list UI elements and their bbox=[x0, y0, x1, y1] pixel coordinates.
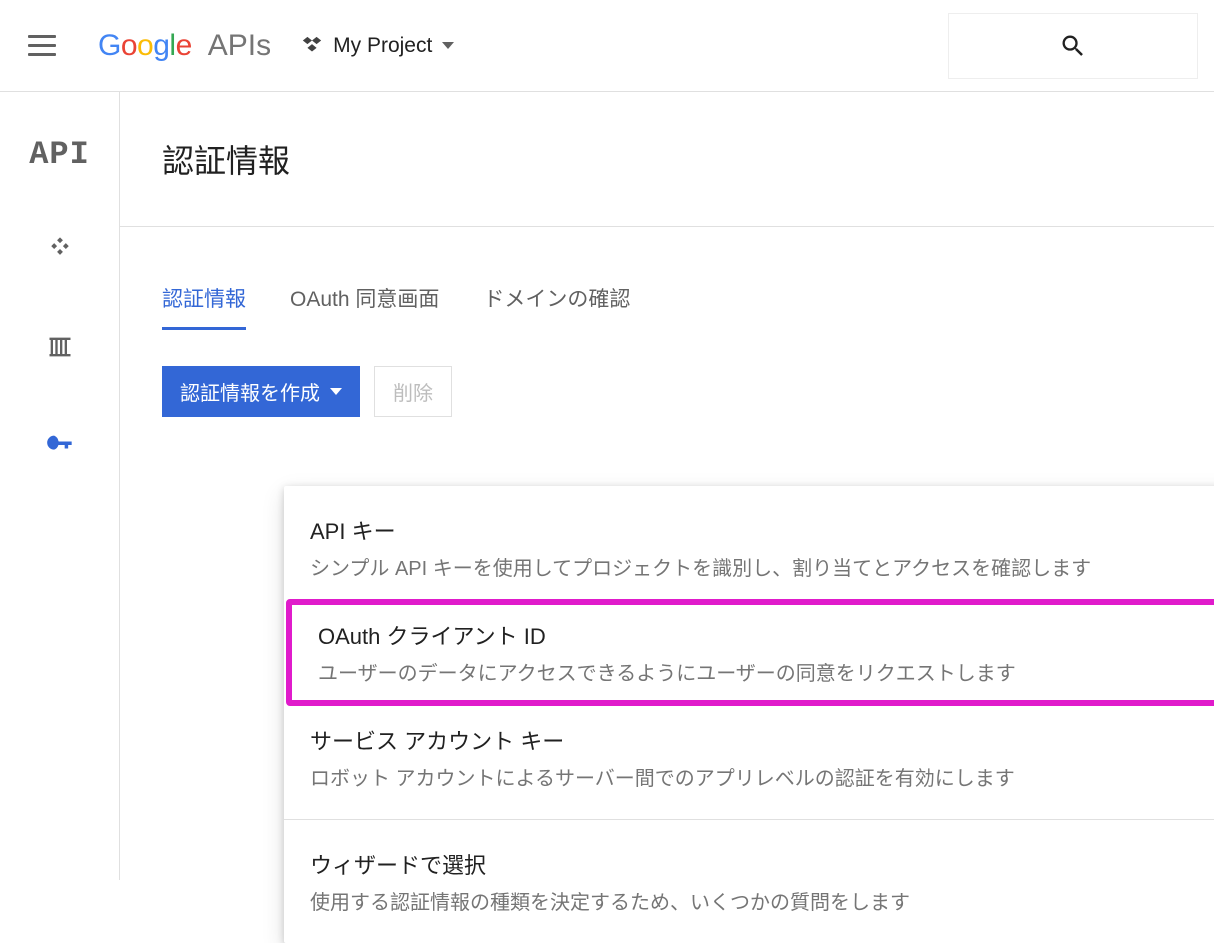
menu-item-oauth-client-id[interactable]: OAuth クライアント ID ユーザーのデータにアクセスできるようにユーザーの… bbox=[286, 599, 1214, 706]
menu-item-title: ウィザードで選択 bbox=[310, 848, 1214, 880]
menu-item-title: サービス アカウント キー bbox=[310, 724, 1214, 756]
library-icon bbox=[46, 333, 74, 361]
menu-item-desc: 使用する認証情報の種類を決定するため、いくつかの質問をします bbox=[310, 886, 1214, 915]
create-credentials-menu: API キー シンプル API キーを使用してプロジェクトを識別し、割り当てとア… bbox=[284, 486, 1214, 943]
menu-item-desc: ロボット アカウントによるサーバー間でのアプリレベルの認証を有効にします bbox=[310, 762, 1214, 791]
google-logo-text: Google bbox=[98, 29, 192, 63]
tab-oauth-consent[interactable]: OAuth 同意画面 bbox=[290, 283, 439, 330]
menu-item-title: OAuth クライアント ID bbox=[318, 619, 1214, 651]
menu-item-title: API キー bbox=[310, 514, 1214, 546]
api-logo: API bbox=[29, 136, 90, 173]
tabs: 認証情報 OAuth 同意画面 ドメインの確認 bbox=[162, 283, 1214, 330]
chevron-down-icon bbox=[442, 42, 454, 49]
divider bbox=[120, 226, 1214, 227]
hamburger-icon[interactable] bbox=[28, 35, 80, 56]
menu-divider bbox=[284, 819, 1214, 820]
hexagon-icon bbox=[301, 35, 323, 57]
menu-item-api-key[interactable]: API キー シンプル API キーを使用してプロジェクトを識別し、割り当てとア… bbox=[284, 500, 1214, 595]
menu-item-wizard[interactable]: ウィザードで選択 使用する認証情報の種類を決定するため、いくつかの質問をします bbox=[284, 834, 1214, 929]
action-row: 認証情報を作成 削除 bbox=[162, 366, 1214, 417]
create-credentials-label: 認証情報を作成 bbox=[180, 377, 320, 406]
page-title: 認証情報 bbox=[162, 136, 1214, 182]
sidebar-item-credentials[interactable] bbox=[0, 423, 119, 467]
sidebar: API bbox=[0, 92, 120, 880]
header-bar: Google APIs My Project bbox=[0, 0, 1214, 92]
create-credentials-button[interactable]: 認証情報を作成 bbox=[162, 366, 360, 417]
search-button[interactable] bbox=[948, 13, 1198, 79]
apis-label: APIs bbox=[208, 29, 271, 63]
key-icon bbox=[46, 431, 74, 459]
project-name: My Project bbox=[333, 34, 432, 58]
delete-button[interactable]: 削除 bbox=[374, 366, 452, 417]
menu-item-desc: シンプル API キーを使用してプロジェクトを識別し、割り当てとアクセスを確認し… bbox=[310, 552, 1214, 581]
tab-credentials[interactable]: 認証情報 bbox=[162, 283, 246, 330]
sidebar-item-dashboard[interactable] bbox=[0, 227, 119, 271]
search-icon bbox=[1059, 32, 1087, 60]
sidebar-item-library[interactable] bbox=[0, 325, 119, 369]
main-content: 認証情報 認証情報 OAuth 同意画面 ドメインの確認 認証情報を作成 削除 … bbox=[120, 92, 1214, 880]
dashboard-icon bbox=[46, 235, 74, 263]
menu-item-service-account-key[interactable]: サービス アカウント キー ロボット アカウントによるサーバー間でのアプリレベル… bbox=[284, 710, 1214, 805]
project-picker[interactable]: My Project bbox=[301, 34, 454, 58]
logo[interactable]: Google APIs bbox=[98, 29, 271, 63]
menu-item-desc: ユーザーのデータにアクセスできるようにユーザーの同意をリクエストします bbox=[318, 657, 1214, 686]
chevron-down-icon bbox=[330, 388, 342, 395]
tab-domain-verification[interactable]: ドメインの確認 bbox=[483, 283, 630, 330]
